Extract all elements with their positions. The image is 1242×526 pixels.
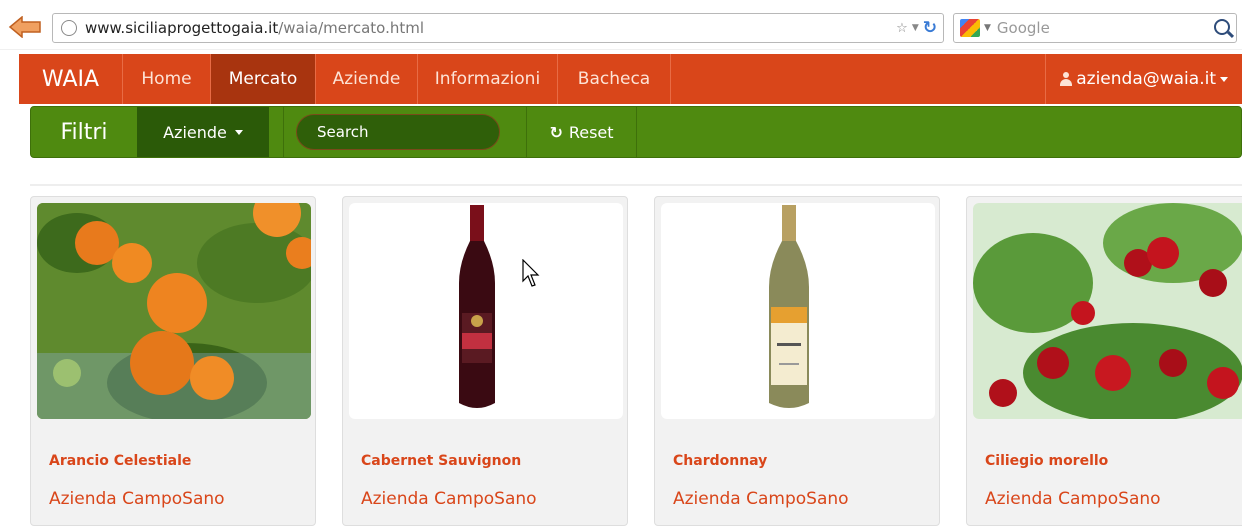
aziende-dropdown[interactable]: Aziende [137, 107, 269, 157]
nav-mercato[interactable]: Mercato [211, 54, 316, 104]
product-image-red-wine-bottle[interactable] [349, 203, 623, 419]
star-icon[interactable]: ☆ [896, 21, 908, 36]
main-navbar: WAIA Home Mercato Aziende Informazioni B… [19, 54, 1242, 104]
chevron-down-icon[interactable]: ▼ [984, 23, 991, 33]
product-name[interactable]: Ciliegio morello [985, 453, 1108, 469]
product-company[interactable]: Azienda CampoSano [673, 489, 849, 509]
nav-home[interactable]: Home [123, 54, 211, 104]
reset-button[interactable]: ↻ Reset [527, 107, 637, 157]
nav-aziende[interactable]: Aziende [316, 54, 418, 104]
search-input[interactable]: Search [296, 114, 500, 150]
product-name[interactable]: Chardonnay [673, 453, 767, 469]
user-email: azienda@waia.it [1076, 69, 1216, 89]
product-image-cherry-tree[interactable] [973, 203, 1242, 419]
product-name[interactable]: Cabernet Sauvignon [361, 453, 521, 469]
refresh-icon: ↻ [549, 122, 563, 142]
back-arrow-icon[interactable] [8, 16, 42, 38]
product-company[interactable]: Azienda CampoSano [361, 489, 537, 509]
brand-logo[interactable]: WAIA [19, 54, 123, 104]
url-path: /waia/mercato.html [278, 19, 425, 37]
product-card[interactable]: Arancio Celestiale Azienda CampoSano [30, 196, 316, 526]
caret-down-icon [234, 129, 243, 135]
reload-icon[interactable]: ↻ [923, 18, 937, 38]
google-icon[interactable] [960, 19, 980, 37]
user-menu[interactable]: azienda@waia.it [1045, 54, 1242, 104]
browser-toolbar: www.siciliaprogettogaia.it/waia/mercato.… [0, 0, 1242, 50]
product-card[interactable]: Ciliegio morello Azienda CampoSano [966, 196, 1242, 526]
chevron-down-icon[interactable]: ▼ [912, 23, 919, 33]
filter-title: Filtri [60, 119, 108, 145]
product-image-white-wine-bottle[interactable] [661, 203, 935, 419]
nav-bacheca[interactable]: Bacheca [558, 54, 671, 104]
product-company[interactable]: Azienda CampoSano [985, 489, 1161, 509]
product-company[interactable]: Azienda CampoSano [49, 489, 225, 509]
browser-search-box[interactable]: ▼ Google [953, 13, 1237, 43]
url-domain: www.siciliaprogettogaia.it [85, 19, 279, 37]
filter-bar: Filtri Aziende Search ↻ Reset [30, 106, 1242, 158]
user-icon [1060, 72, 1073, 86]
product-name[interactable]: Arancio Celestiale [49, 453, 191, 469]
browser-search-placeholder: Google [996, 19, 1050, 37]
product-image-orange-tree[interactable] [37, 203, 311, 419]
nav-informazioni[interactable]: Informazioni [418, 54, 558, 104]
globe-icon [61, 20, 77, 36]
aziende-dropdown-label: Aziende [163, 122, 227, 142]
address-bar[interactable]: www.siciliaprogettogaia.it/waia/mercato.… [52, 13, 944, 43]
divider [30, 184, 1242, 186]
reset-label: Reset [568, 122, 614, 142]
magnifier-icon[interactable] [1214, 19, 1230, 35]
product-card[interactable]: Cabernet Sauvignon Azienda CampoSano [342, 196, 628, 526]
mouse-cursor-icon [522, 259, 540, 287]
caret-down-icon [1220, 76, 1228, 82]
product-card[interactable]: Chardonnay Azienda CampoSano [654, 196, 940, 526]
